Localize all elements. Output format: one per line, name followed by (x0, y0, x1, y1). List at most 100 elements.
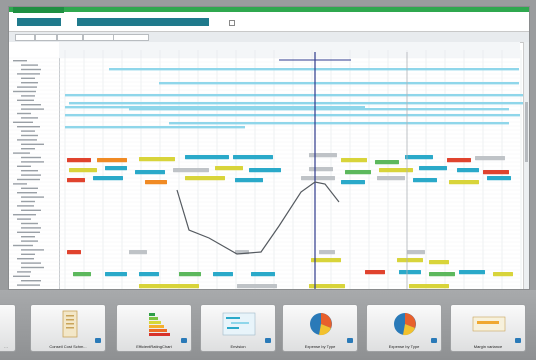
task-bar (459, 270, 485, 275)
row-label (21, 68, 41, 71)
tray-tile-label: Envision (230, 344, 246, 349)
row-label (21, 187, 38, 189)
tile-badge-icon (347, 338, 353, 343)
row-label (21, 148, 35, 150)
row-label (13, 121, 33, 123)
task-bar (93, 176, 123, 181)
pie-chart-icon (310, 313, 332, 336)
task-bar (69, 168, 97, 173)
title-bar (9, 7, 529, 12)
task-bar (301, 176, 335, 181)
filter-field-1[interactable] (17, 18, 61, 26)
scrollbar-thumb[interactable] (525, 102, 528, 162)
task-bar (97, 158, 127, 163)
toolbar-button-3[interactable] (57, 34, 83, 41)
row-label (21, 161, 44, 163)
span-bar (65, 114, 520, 117)
task-bar (429, 260, 449, 265)
tray-tile[interactable]: Margin variance (450, 304, 526, 352)
row-label (17, 178, 40, 181)
task-bar (185, 176, 225, 181)
filter-checkbox[interactable] (229, 20, 235, 26)
task-bar (405, 155, 433, 160)
task-bar (179, 272, 201, 277)
task-bar (105, 166, 127, 171)
task-bar (309, 153, 337, 158)
toolbar-button-1[interactable] (15, 34, 35, 41)
row-label (17, 126, 40, 128)
task-bar (379, 168, 413, 173)
application-window (8, 6, 530, 290)
task-bar (139, 157, 175, 162)
row-label (21, 253, 35, 255)
task-bar (377, 176, 405, 181)
row-label (21, 222, 38, 225)
task-bar (105, 272, 127, 277)
task-bar (457, 168, 479, 173)
gantt-grid[interactable] (9, 42, 529, 290)
row-label (21, 143, 44, 145)
tile-badge-icon (515, 338, 521, 343)
row-label (13, 60, 27, 62)
row-label (21, 104, 41, 106)
tray-tile[interactable]: Envision (200, 304, 276, 352)
filter-field-2[interactable] (77, 18, 209, 26)
filter-row (9, 16, 529, 30)
span-bar (109, 68, 519, 71)
row-label (17, 99, 34, 101)
energy-rating-chart-icon (149, 313, 170, 336)
row-label (13, 275, 30, 277)
span-bar (129, 108, 509, 111)
timeline-header (59, 42, 520, 58)
task-bar (235, 178, 263, 183)
task-bar (135, 170, 165, 175)
row-label (17, 192, 37, 194)
row-label (17, 73, 40, 75)
task-bar (365, 270, 385, 275)
task-bar (449, 180, 479, 185)
row-label (21, 64, 38, 66)
row-label (21, 174, 41, 176)
task-bar (233, 155, 273, 160)
row-label (17, 205, 34, 207)
row-label (21, 262, 41, 264)
row-label (17, 112, 31, 115)
toolbar-button-5[interactable] (113, 34, 149, 41)
row-label (17, 139, 37, 141)
row-label (13, 244, 33, 247)
tray-tile-partial[interactable]: … (0, 304, 16, 352)
toolbar-button-2[interactable] (35, 34, 57, 41)
tray-tile-label: Conseil Cost Schm... (49, 344, 87, 349)
tile-badge-icon (181, 338, 187, 343)
tray-tile[interactable]: Expense by Type (282, 304, 358, 352)
tray-tile[interactable]: Expense by Type (366, 304, 442, 352)
task-bar (397, 258, 423, 263)
row-label (21, 266, 44, 269)
task-bar (409, 284, 449, 289)
row-label (13, 214, 36, 216)
task-bar (67, 158, 91, 163)
toolbar-button-4[interactable] (83, 34, 115, 41)
task-bar (309, 167, 333, 172)
vertical-scrollbar[interactable] (523, 42, 529, 289)
task-bar (319, 250, 335, 255)
row-label (17, 165, 31, 167)
task-bar (251, 272, 275, 277)
task-bar (341, 180, 365, 185)
row-label (21, 209, 41, 211)
task-bar (73, 272, 91, 277)
row-label (17, 258, 34, 260)
task-bar (407, 250, 425, 255)
row-label (21, 200, 35, 203)
tray-tile[interactable]: Conseil Cost Schm... (30, 304, 106, 352)
task-bar (475, 156, 505, 161)
app-tab[interactable] (13, 7, 64, 13)
row-label (21, 227, 41, 229)
tray-tile[interactable]: EfficientRatingChart (116, 304, 192, 352)
task-bar (237, 284, 277, 289)
task-bar (249, 168, 281, 173)
span-bar (65, 126, 245, 129)
timeline-chart[interactable] (9, 42, 525, 290)
row-label (21, 117, 38, 119)
tile-badge-icon (431, 338, 437, 343)
